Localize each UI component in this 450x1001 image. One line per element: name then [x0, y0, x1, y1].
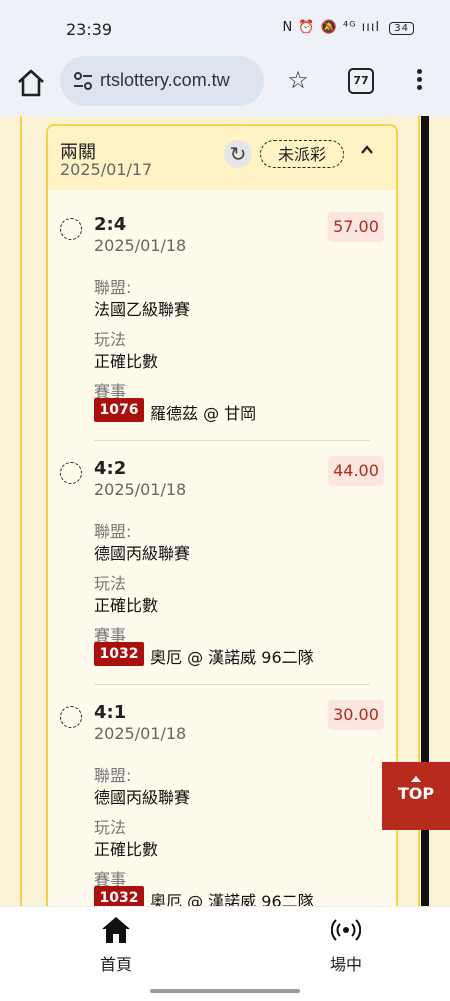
bet-type-label: 玩法 [94, 818, 127, 837]
parlay-header[interactable]: 兩關 2025/01/17 ↻ 未派彩 [48, 126, 396, 190]
bet-type-value: 正確比數 [94, 840, 159, 859]
league-label: 聯盟: [94, 278, 132, 297]
bet-divider [94, 684, 370, 685]
chevron-up-icon[interactable] [356, 140, 378, 166]
bet-score: 4:1 [94, 702, 127, 723]
arrow-up-icon [411, 776, 421, 782]
nav-item-live-label: 場中 [329, 955, 362, 974]
bet-odds: 57.00 [328, 212, 384, 242]
nav-item-home-label: 首頁 [99, 955, 132, 974]
match-name: 羅德茲 @ 甘岡 [150, 404, 257, 423]
league-value: 德國丙級聯賽 [94, 788, 191, 807]
address-bar[interactable]: rtslottery.com.tw [60, 56, 264, 106]
bet-item: 4:2 2025/01/18 44.00 聯盟: 德國丙級聯賽 玩法 正確比數 … [48, 442, 396, 686]
browser-home-icon[interactable] [14, 66, 48, 100]
bookmark-star-icon[interactable]: ☆ [284, 66, 312, 94]
bet-type-value: 正確比數 [94, 352, 159, 371]
scroll-to-top-label: TOP [397, 784, 435, 803]
site-settings-icon[interactable] [72, 70, 94, 92]
match-name: 奧厄 @ 漢諾威 96二隊 [150, 648, 314, 667]
bet-select-radio[interactable] [60, 462, 82, 484]
live-broadcast-icon [330, 919, 362, 949]
bet-item: 4:1 2025/01/18 30.00 聯盟: 德國丙級聯賽 玩法 正確比數 … [48, 686, 396, 906]
bottom-navigation: 首頁 場中 [0, 906, 450, 1001]
league-value: 法國乙級聯賽 [94, 300, 191, 319]
status-icons-text: N ⏰ 🔕 ⁴ᴳ ıııl [282, 20, 381, 35]
parlay-card: 兩關 2025/01/17 ↻ 未派彩 2:4 2025/01/18 57.00… [46, 124, 398, 906]
league-label: 聯盟: [94, 522, 132, 541]
league-value: 德國丙級聯賽 [94, 544, 191, 563]
battery-icon: 34 [389, 22, 414, 35]
bet-date: 2025/01/18 [94, 724, 187, 743]
bet-item: 2:4 2025/01/18 57.00 聯盟: 法國乙級聯賽 玩法 正確比數 … [48, 198, 396, 442]
browser-menu-icon[interactable] [412, 66, 426, 94]
bet-divider [94, 440, 370, 441]
nav-item-live[interactable]: 場中 [316, 915, 376, 975]
bet-date: 2025/01/18 [94, 236, 187, 255]
bet-select-radio[interactable] [60, 706, 82, 728]
bet-type-label: 玩法 [94, 330, 127, 349]
status-bar: 23:39 N ⏰ 🔕 ⁴ᴳ ıııl 34 [0, 0, 450, 54]
url-text: rtslottery.com.tw [100, 70, 230, 90]
parlay-date: 2025/01/17 [60, 160, 153, 179]
match-number-badge: 1032 [94, 886, 144, 906]
bet-score: 2:4 [94, 214, 127, 235]
refresh-icon[interactable]: ↻ [224, 140, 252, 168]
league-label: 聯盟: [94, 766, 132, 785]
bet-odds: 30.00 [328, 700, 384, 730]
nav-item-home[interactable]: 首頁 [86, 915, 146, 975]
gesture-bar [150, 989, 300, 993]
bet-odds: 44.00 [328, 456, 384, 486]
match-name: 奧厄 @ 漢諾威 96二隊 [150, 892, 314, 906]
match-number-badge: 1076 [94, 398, 144, 422]
match-number-badge: 1032 [94, 642, 144, 666]
bet-type-label: 玩法 [94, 574, 127, 593]
home-icon [100, 917, 132, 949]
frame-border-left [20, 116, 22, 906]
payout-status-badge: 未派彩 [260, 140, 344, 168]
tab-count-button[interactable]: 77 [348, 68, 374, 94]
status-icons: N ⏰ 🔕 ⁴ᴳ ıııl 34 [282, 20, 414, 35]
browser-toolbar: rtslottery.com.tw ☆ 77 [0, 54, 450, 116]
bet-score: 4:2 [94, 458, 127, 479]
bet-date: 2025/01/18 [94, 480, 187, 499]
bet-select-radio[interactable] [60, 218, 82, 240]
scroll-to-top-button[interactable]: TOP [382, 762, 450, 830]
bet-type-value: 正確比數 [94, 596, 159, 615]
status-time: 23:39 [66, 20, 113, 39]
